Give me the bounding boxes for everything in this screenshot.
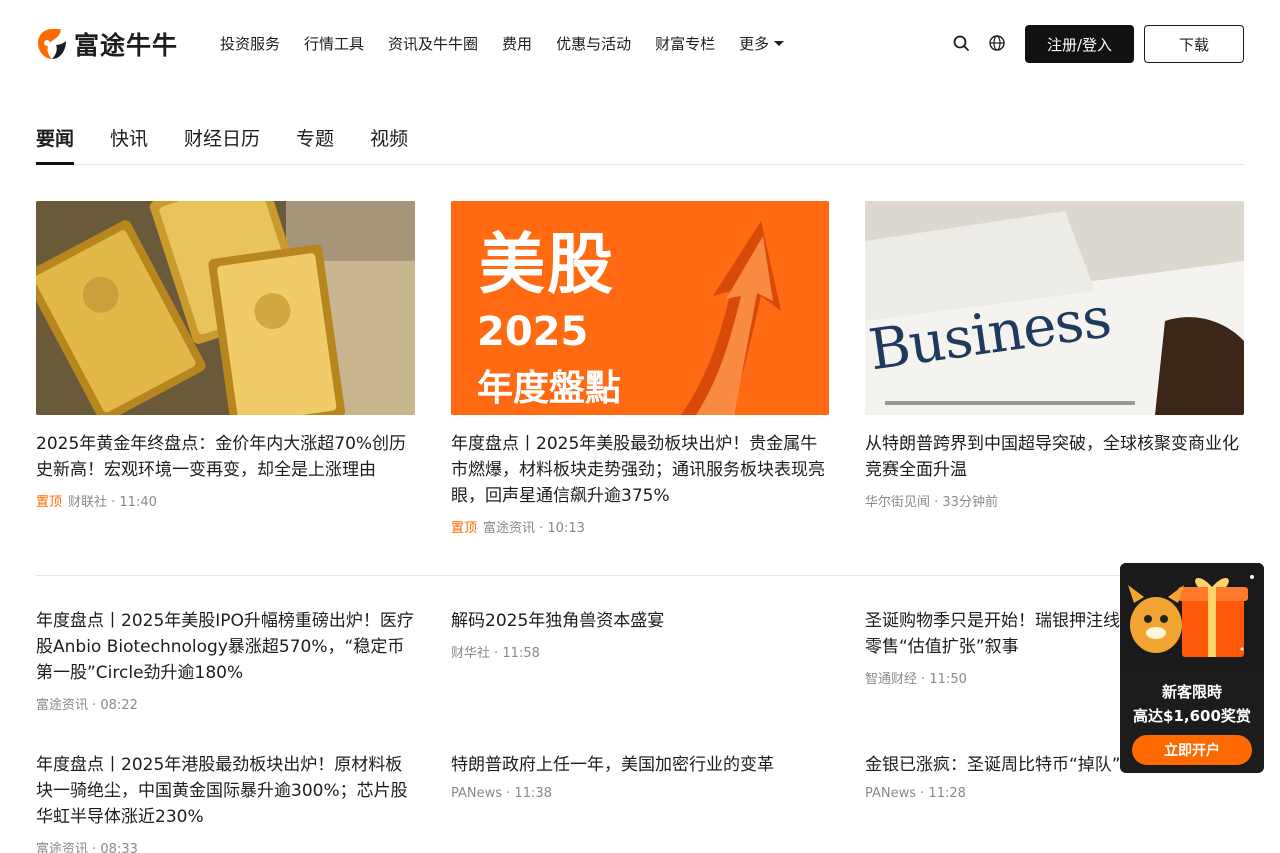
article-meta: 华尔街见闻 · 33分钟前 [865,491,1244,510]
source-time: 财联社 · 11:40 [68,495,157,510]
source-time: PANews · 11:28 [865,786,966,801]
article-meta: 置顶 财联社 · 11:40 [36,491,415,510]
pinned-badge: 置顶 [451,521,478,536]
nav-fees[interactable]: 费用 [502,33,532,54]
source-time: PANews · 11:38 [451,786,552,801]
featured-card[interactable]: 美股 2025 年度盤點 年度盘点丨2025年美股最劲板块出炉！贵金属牛市燃爆，… [451,201,829,536]
tab-flash[interactable]: 快讯 [110,124,148,164]
source-time: 华尔街见闻 · 33分钟前 [865,495,998,510]
gold-bars-illustration [36,201,415,415]
source-time: 富途资讯 · 08:33 [36,842,138,853]
article-meta: 置顶 富途资讯 · 10:13 [451,517,829,536]
nav-promotions[interactable]: 优惠与活动 [556,33,631,54]
featured-title[interactable]: 年度盘点丨2025年美股最劲板块出炉！贵金属牛市燃爆，材料板块走势强劲；通讯服务… [451,431,829,509]
gift-box-icon [1120,563,1264,671]
list-item[interactable]: 特朗普政府上任一年，美国加密行业的变革 PANews · 11:38 [451,752,831,801]
us-stocks-review-image[interactable]: 美股 2025 年度盤點 [451,201,829,415]
nav-label: 更多 [739,35,770,53]
article-title[interactable]: 年度盘点丨2025年美股IPO升幅榜重磅出炉！医疗股Anbio Biotechn… [36,608,416,686]
new-customer-promo[interactable]: 新客限時 高达$1,600奖赏 立即开户 [1120,563,1264,773]
tab-headlines[interactable]: 要闻 [36,124,75,165]
nav-invest-services[interactable]: 投资服务 [220,33,280,54]
featured-title[interactable]: 2025年黄金年终盘点：金价年内大涨超70%创历史新高！宏观环境一变再变，却全是… [36,431,415,483]
list-item[interactable]: 年度盘点丨2025年美股IPO升幅榜重磅出炉！医疗股Anbio Biotechn… [36,608,416,713]
login-register-button[interactable]: 注册/登入 [1025,25,1134,63]
promo-line1: 新客限時 [1161,683,1222,701]
featured-card[interactable]: 2025年黄金年终盘点：金价年内大涨超70%创历史新高！宏观环境一变再变，却全是… [36,201,415,510]
news-tabs: 要闻 快讯 财经日历 专题 视频 [36,124,1244,165]
nav-more[interactable]: 更多 [739,33,785,54]
nav-label: 优惠与活动 [556,35,632,53]
list-item[interactable]: 解码2025年独角兽资本盛宴 财华社 · 11:58 [451,608,831,661]
image-headline: 美股 [479,226,615,303]
source-time: 富途资讯 · 08:22 [36,698,138,713]
nav-label: 行情工具 [304,35,365,53]
source-time: 富途资讯 · 10:13 [483,521,585,536]
article-title[interactable]: 年度盘点丨2025年港股最劲板块出炉！原材料板块一骑绝尘，中国黄金国际暴升逾30… [36,752,416,830]
tab-calendar[interactable]: 财经日历 [184,124,260,164]
download-button[interactable]: 下载 [1144,25,1244,63]
nav-news-community[interactable]: 资讯及牛牛圈 [388,33,478,54]
list-item[interactable]: 年度盘点丨2025年港股最劲板块出炉！原材料板块一骑绝尘，中国黄金国际暴升逾30… [36,752,416,853]
section-divider [36,575,1244,576]
promo-illustration [1120,563,1264,671]
gold-bars-image[interactable] [36,201,415,415]
featured-card[interactable]: Business 从特朗普跨界到中国超导突破，全球核聚变商业化竞赛全面升温 华尔… [865,201,1244,510]
nav-wealth-column[interactable]: 财富专栏 [655,33,715,54]
brand-name: 富途牛牛 [74,31,179,60]
nav-label: 资讯及牛牛圈 [388,35,479,53]
featured-title[interactable]: 从特朗普跨界到中国超导突破，全球核聚变商业化竞赛全面升温 [865,431,1244,483]
promo-line2: 高达$1,600奖赏 [1133,707,1251,725]
pinned-badge: 置顶 [36,495,63,510]
article-title[interactable]: 特朗普政府上任一年，美国加密行业的变革 [451,752,831,778]
futu-logo-icon [38,29,66,59]
search-icon[interactable] [952,34,970,52]
site-header: 富途牛牛 投资服务 行情工具 资讯及牛牛圈 费用 优惠与活动 财富专栏 更多 注… [0,0,1280,90]
image-subtitle: 年度盤點 [477,368,622,409]
nav-market-tools[interactable]: 行情工具 [304,33,364,54]
image-year: 2025 [477,309,589,355]
tab-topics[interactable]: 专题 [296,124,334,164]
article-title[interactable]: 解码2025年独角兽资本盛宴 [451,608,831,634]
nav-label: 费用 [502,35,533,53]
main-nav: 投资服务 行情工具 资讯及牛牛圈 费用 优惠与活动 财富专栏 更多 [220,33,808,54]
brand-logo[interactable]: 富途牛牛 [36,26,178,62]
business-newspaper-image[interactable]: Business [865,201,1244,415]
nav-label: 投资服务 [220,35,281,53]
open-account-button[interactable]: 立即开户 [1132,735,1252,765]
article-title[interactable]: 圣诞购物季只是开始！瑞银押注线零售“估值扩张”叙事 [865,608,1125,660]
tab-videos[interactable]: 视频 [370,124,408,164]
globe-icon[interactable] [988,34,1006,52]
source-time: 智通财经 · 11:50 [865,672,967,687]
nav-label: 财富专栏 [655,35,716,53]
list-item[interactable]: 圣诞购物季只是开始！瑞银押注线零售“估值扩张”叙事 智通财经 · 11:50 [865,608,1125,687]
source-time: 财华社 · 11:58 [451,646,540,661]
caret-down-icon [774,41,785,46]
